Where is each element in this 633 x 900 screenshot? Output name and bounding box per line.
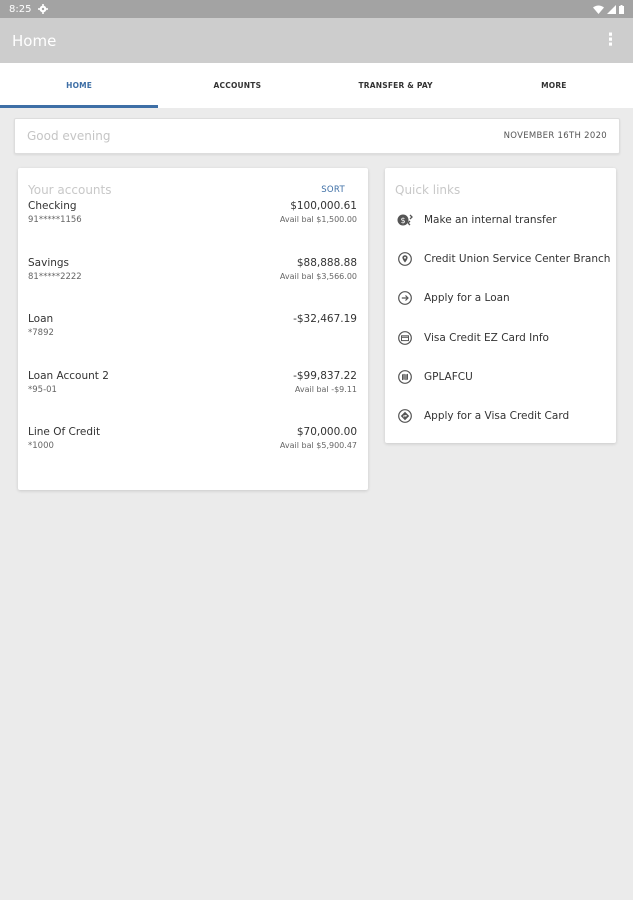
quick-link-gplafcu[interactable]: GPLAFCU bbox=[385, 357, 616, 396]
account-name: Checking bbox=[28, 200, 77, 212]
account-row-loan-account-2[interactable]: Loan Account 2 *95-01 -$99,837.22 Avail … bbox=[18, 370, 368, 427]
quick-links-card: Quick links $ Make an internal transfer … bbox=[385, 168, 616, 443]
accounts-title: Your accounts bbox=[28, 183, 112, 197]
greeting-text: Good evening bbox=[27, 129, 111, 143]
available-balance: Avail bal $5,900.47 bbox=[279, 441, 357, 450]
account-balance: $88,888.88 bbox=[296, 256, 357, 269]
quick-link-label: Visa Credit EZ Card Info bbox=[424, 331, 549, 344]
transfer-icon: $ bbox=[397, 212, 413, 228]
account-name: Savings bbox=[28, 256, 70, 269]
account-number: *95-01 bbox=[28, 384, 57, 395]
gear-icon bbox=[38, 4, 49, 14]
account-balance: -$99,837.22 bbox=[293, 369, 357, 382]
quick-link-visa-ez-card[interactable]: Visa Credit EZ Card Info bbox=[385, 318, 616, 357]
status-time: 8:25 bbox=[9, 3, 32, 15]
sort-button[interactable]: SORT bbox=[321, 185, 345, 195]
arrow-right-circle-icon bbox=[397, 290, 413, 306]
account-row-savings[interactable]: Savings 81*****2222 $88,888.88 Avail bal… bbox=[18, 257, 368, 314]
quick-link-label: Credit Union Service Center Branch bbox=[424, 252, 611, 265]
quick-link-label: Make an internal transfer bbox=[424, 213, 557, 226]
location-pin-icon bbox=[397, 251, 413, 267]
account-number: *1000 bbox=[28, 441, 54, 451]
signal-icon bbox=[607, 4, 616, 14]
accounts-card: Your accounts SORT Checking 91*****1156 … bbox=[18, 168, 368, 490]
quick-link-label: Apply for a Visa Credit Card bbox=[424, 410, 570, 423]
account-balance: $100,000.61 bbox=[290, 200, 357, 212]
quick-link-label: Apply for a Loan bbox=[424, 292, 510, 305]
app-bar: Home ⋮ bbox=[0, 18, 633, 63]
account-name: Line Of Credit bbox=[28, 426, 101, 438]
credit-card-icon bbox=[397, 330, 413, 346]
current-date: NOVEMBER 16TH 2020 bbox=[503, 131, 607, 141]
account-number: *7892 bbox=[28, 328, 54, 338]
available-balance: Avail bal -$9.11 bbox=[294, 384, 357, 394]
account-balance: -$32,467.19 bbox=[293, 313, 357, 325]
tab-transfer-pay[interactable]: TRANSFER & PAY bbox=[317, 63, 475, 108]
map-icon bbox=[397, 369, 413, 385]
account-name: Loan Account 2 bbox=[28, 369, 109, 382]
account-balance: $70,000.00 bbox=[296, 426, 357, 438]
account-name: Loan bbox=[28, 313, 54, 325]
quick-link-label: GPLAFCU bbox=[424, 370, 473, 383]
account-row-line-of-credit[interactable]: Line Of Credit *1000 $70,000.00 Avail ba… bbox=[18, 426, 368, 483]
account-number: 81*****2222 bbox=[28, 271, 82, 282]
account-number: 91*****1156 bbox=[28, 215, 82, 225]
page-title: Home bbox=[12, 31, 57, 50]
overflow-menu-icon[interactable]: ⋮ bbox=[602, 32, 619, 49]
account-row-loan[interactable]: Loan *7892 -$32,467.19 bbox=[18, 313, 368, 370]
tab-more[interactable]: MORE bbox=[475, 63, 633, 108]
directions-icon bbox=[397, 408, 413, 424]
quick-link-apply-loan[interactable]: Apply for a Loan bbox=[385, 279, 616, 318]
quick-link-apply-visa[interactable]: Apply for a Visa Credit Card bbox=[385, 396, 616, 435]
available-balance: Avail bal $1,500.00 bbox=[279, 215, 357, 224]
tab-bar: HOME ACCOUNTS TRANSFER & PAY MORE bbox=[0, 63, 633, 108]
battery-icon bbox=[619, 4, 624, 14]
status-bar: 8:25 bbox=[0, 0, 633, 18]
tab-home[interactable]: HOME bbox=[0, 63, 159, 108]
tab-accounts[interactable]: ACCOUNTS bbox=[158, 63, 316, 108]
available-balance: Avail bal $3,566.00 bbox=[279, 271, 357, 281]
wifi-icon bbox=[593, 5, 604, 14]
svg-text:$: $ bbox=[400, 216, 405, 225]
account-row-checking[interactable]: Checking 91*****1156 $100,000.61 Avail b… bbox=[18, 200, 368, 257]
quick-links-title: Quick links bbox=[395, 183, 461, 197]
quick-link-service-center[interactable]: Credit Union Service Center Branch bbox=[385, 239, 616, 278]
quick-link-internal-transfer[interactable]: $ Make an internal transfer bbox=[385, 200, 616, 239]
greeting-bar: Good evening NOVEMBER 16TH 2020 bbox=[14, 118, 620, 154]
